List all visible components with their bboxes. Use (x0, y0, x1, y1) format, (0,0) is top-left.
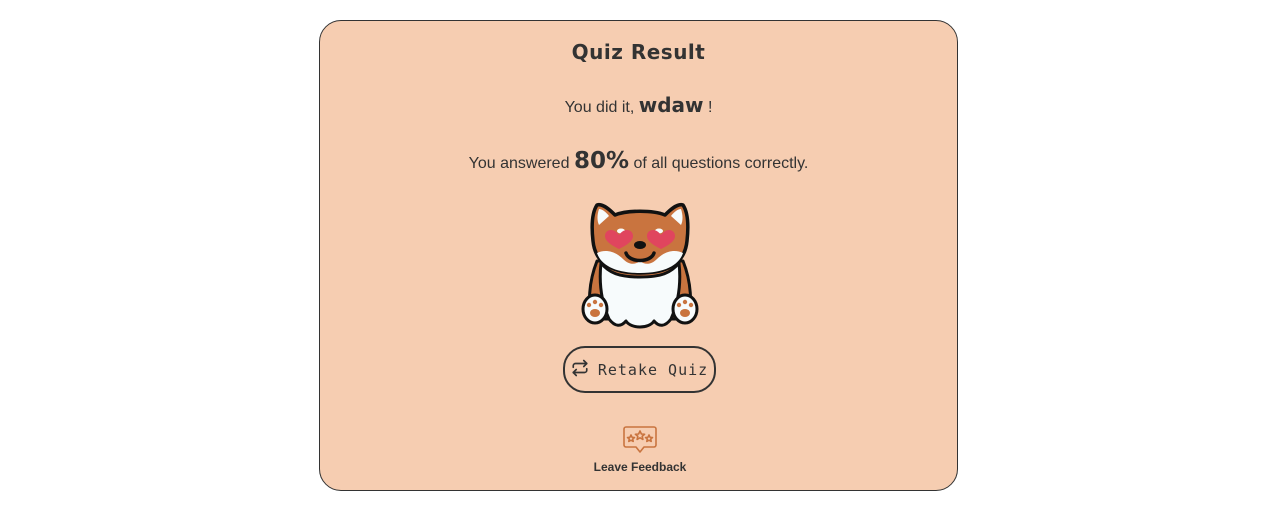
repeat-icon (571, 359, 589, 380)
quiz-result-title: Quiz Result (571, 40, 706, 64)
score-value: 80% (573, 148, 629, 174)
retake-quiz-label: Retake Quiz (597, 360, 709, 379)
user-name: wdaw (638, 93, 704, 117)
leave-feedback-button[interactable]: Leave Feedback (575, 425, 705, 481)
quiz-result-card: Quiz Result You did it, wdaw ! You answe… (319, 20, 958, 491)
shiba-dog-hearts-icon (579, 201, 701, 329)
leave-feedback-label: Leave Feedback (593, 460, 687, 474)
star-rating-bubble-icon (575, 425, 705, 455)
score-suffix: of all questions correctly. (633, 155, 809, 172)
greeting-suffix: ! (707, 99, 713, 116)
score-line: You answered 80% of all questions correc… (320, 148, 957, 174)
greeting-prefix: You did it, (564, 99, 635, 116)
retake-quiz-button[interactable]: Retake Quiz (563, 346, 716, 393)
greeting-line: You did it, wdaw ! (320, 93, 957, 117)
score-prefix: You answered (468, 155, 570, 172)
